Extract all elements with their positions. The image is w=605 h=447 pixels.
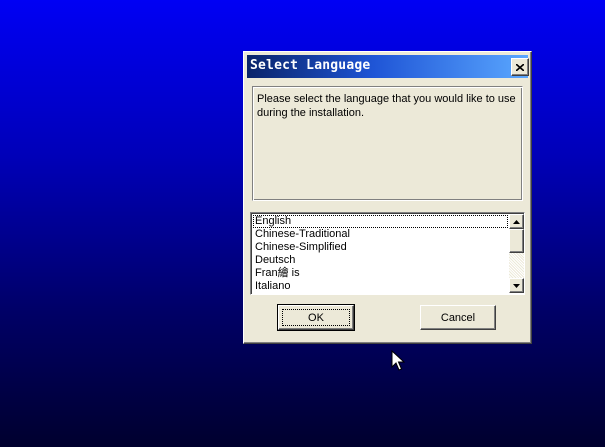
language-item-english[interactable]: English xyxy=(253,215,508,228)
language-item-italiano[interactable]: Italiano xyxy=(253,280,508,292)
instruction-text: Please select the language that you woul… xyxy=(257,93,516,119)
close-button[interactable] xyxy=(511,58,529,76)
scroll-down-button[interactable] xyxy=(509,278,524,293)
scroll-thumb[interactable] xyxy=(509,229,524,253)
scroll-up-button[interactable] xyxy=(509,214,524,229)
language-item-chinese-simplified[interactable]: Chinese-Simplified xyxy=(253,241,508,254)
vertical-scrollbar[interactable] xyxy=(509,214,524,293)
language-item-deutsch[interactable]: Deutsch xyxy=(253,254,508,267)
language-item-chinese-traditional[interactable]: Chinese-Traditional xyxy=(253,228,508,241)
ok-button[interactable]: OK xyxy=(277,304,355,331)
language-list: English Chinese-Traditional Chinese-Simp… xyxy=(253,215,508,292)
language-listbox[interactable]: English Chinese-Traditional Chinese-Simp… xyxy=(250,212,525,295)
cancel-button[interactable]: Cancel xyxy=(420,305,496,330)
message-panel: Please select the language that you woul… xyxy=(252,86,523,201)
title-bar[interactable]: Select Language xyxy=(247,55,529,78)
dialog-title: Select Language xyxy=(250,58,371,73)
arrow-up-icon xyxy=(513,219,520,224)
language-item-francais[interactable]: Fran繪 is xyxy=(253,267,508,280)
focus-ring xyxy=(282,309,350,326)
cancel-button-label: Cancel xyxy=(440,311,476,324)
mouse-pointer-icon xyxy=(391,350,405,371)
close-icon xyxy=(516,63,524,71)
arrow-down-icon xyxy=(513,283,520,288)
select-language-dialog: Select Language Please select the langua… xyxy=(243,51,532,344)
